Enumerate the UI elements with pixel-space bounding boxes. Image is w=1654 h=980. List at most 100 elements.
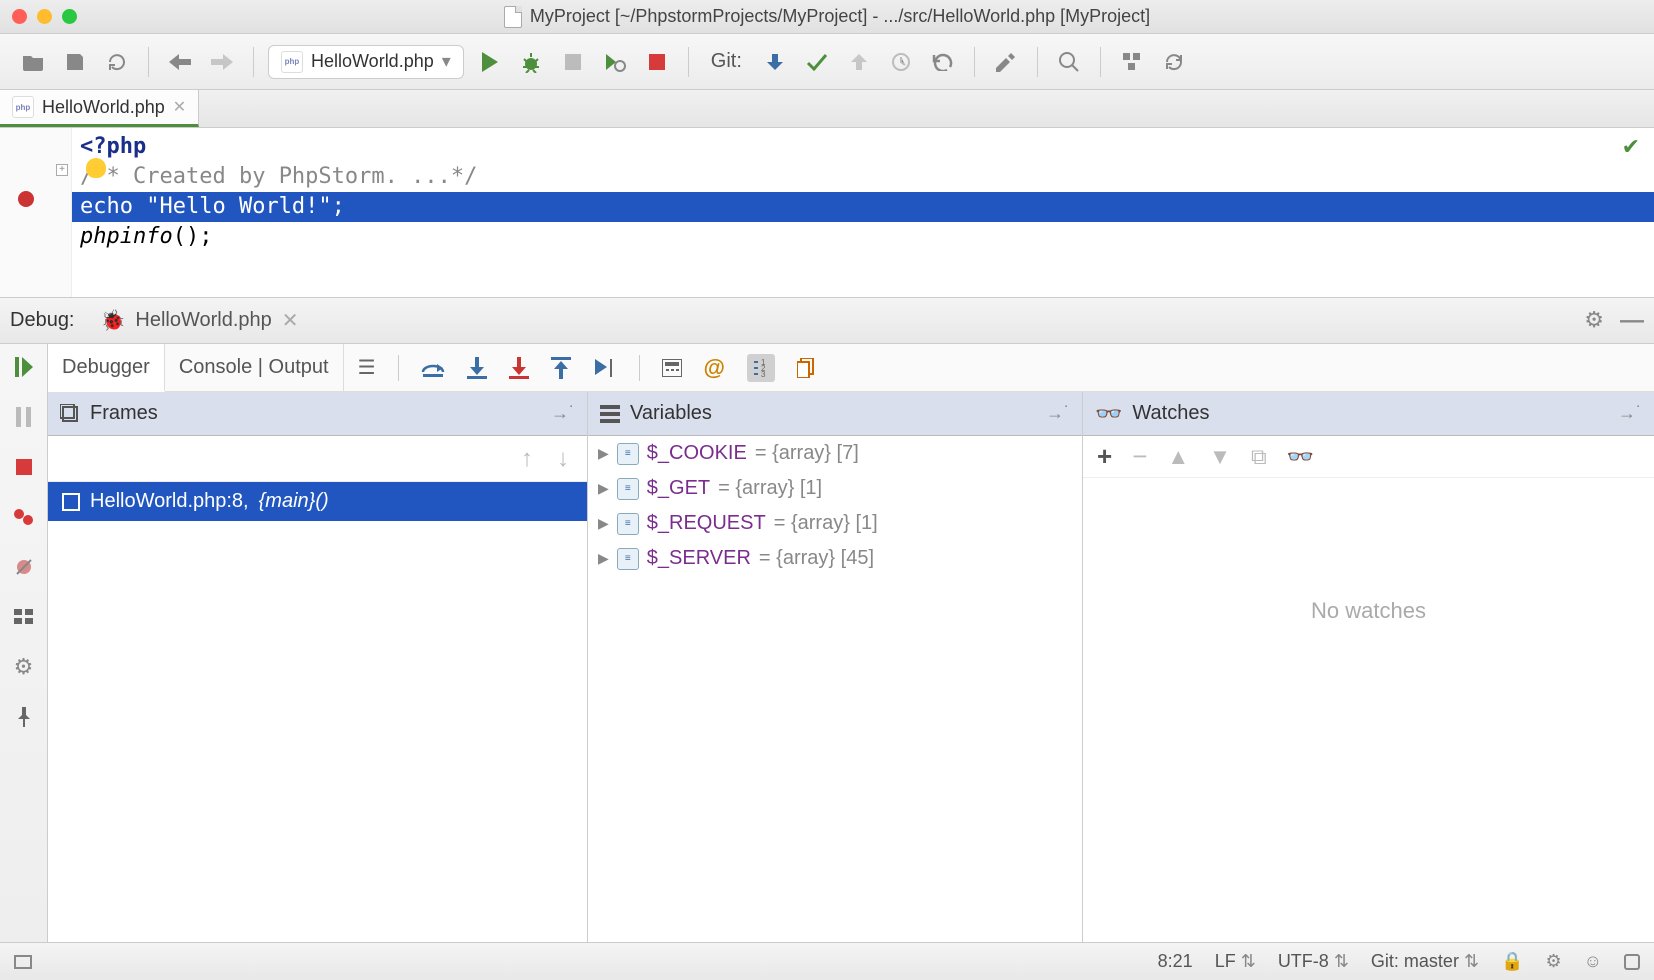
back-icon[interactable]	[163, 45, 197, 79]
editor-tab-label: HelloWorld.php	[42, 97, 165, 118]
memory-icon[interactable]	[1624, 954, 1640, 970]
duplicate-watch-icon[interactable]: ⧉	[1251, 444, 1267, 470]
expand-icon[interactable]: ▶	[598, 445, 609, 462]
run-config-name: HelloWorld.php	[311, 51, 434, 72]
at-icon[interactable]: @	[704, 355, 725, 381]
panel-title: Watches	[1132, 402, 1209, 425]
variable-row[interactable]: ▶ ≡ $_SERVER = {array} [45]	[588, 541, 1082, 576]
move-down-icon[interactable]: ▼	[1209, 444, 1231, 470]
step-into-icon[interactable]	[467, 357, 487, 379]
tab-debugger[interactable]: Debugger	[48, 344, 165, 392]
frames-panel: Frames →˙ ↑ ↓ HelloWorld.php:8, {main}()	[48, 392, 588, 942]
array-icon: ≡	[617, 478, 639, 500]
debug-icon[interactable]	[514, 45, 548, 79]
update-project-icon[interactable]	[758, 45, 792, 79]
intention-bulb-icon[interactable]	[86, 158, 106, 178]
panel-menu-icon[interactable]: →˙	[1618, 403, 1642, 424]
git-branch[interactable]: Git: master ⇅	[1371, 951, 1479, 972]
close-icon[interactable]: ✕	[282, 308, 299, 333]
line-separator[interactable]: LF ⇅	[1215, 951, 1256, 972]
variables-panel: Variables →˙ ▶ ≡ $_COOKIE = {array} [7]▶…	[588, 392, 1083, 942]
next-frame-icon[interactable]: ↓	[557, 445, 569, 473]
stack-frame[interactable]: HelloWorld.php:8, {main}()	[48, 482, 587, 521]
forward-icon[interactable]	[205, 45, 239, 79]
structure-icon[interactable]	[1115, 45, 1149, 79]
code-text: echo	[80, 194, 146, 219]
remove-watch-icon[interactable]: −	[1132, 441, 1147, 472]
code-text: phpinfo	[80, 224, 173, 249]
push-icon[interactable]	[842, 45, 876, 79]
run-icon[interactable]	[472, 45, 506, 79]
editor-gutter[interactable]: +	[0, 128, 72, 297]
expand-icon[interactable]: ▶	[598, 480, 609, 497]
pause-icon[interactable]	[9, 402, 39, 432]
variable-row[interactable]: ▶ ≡ $_GET = {array} [1]	[588, 471, 1082, 506]
prev-frame-icon[interactable]: ↑	[521, 445, 533, 473]
coverage-icon[interactable]	[556, 45, 590, 79]
watches-panel: 👓 Watches →˙ + − ▲ ▼ ⧉ 👓 No watches	[1083, 392, 1654, 942]
lock-icon[interactable]: 🔒	[1501, 951, 1523, 972]
refresh2-icon[interactable]	[1157, 45, 1191, 79]
copy-icon[interactable]	[797, 358, 815, 378]
run-config-selector[interactable]: php HelloWorld.php ▾	[268, 45, 464, 79]
variable-row[interactable]: ▶ ≡ $_COOKIE = {array} [7]	[588, 436, 1082, 471]
variables-icon	[600, 405, 620, 423]
close-icon[interactable]: ✕	[173, 97, 186, 117]
move-up-icon[interactable]: ▲	[1167, 444, 1189, 470]
encoding[interactable]: UTF-8 ⇅	[1278, 951, 1349, 972]
panel-menu-icon[interactable]: →˙	[551, 403, 575, 424]
ide-settings-icon[interactable]: ⚙	[1545, 951, 1561, 972]
debug-settings-icon[interactable]: ⚙	[9, 652, 39, 682]
save-all-icon[interactable]	[58, 45, 92, 79]
editor-tab[interactable]: php HelloWorld.php ✕	[0, 90, 199, 127]
mute-breakpoints-icon[interactable]	[9, 552, 39, 582]
git-label: Git:	[703, 50, 750, 73]
show-frames-icon[interactable]: ☰	[358, 355, 376, 380]
pin-icon[interactable]	[9, 702, 39, 732]
commit-icon[interactable]	[800, 45, 834, 79]
fold-icon[interactable]: +	[56, 164, 68, 176]
expand-icon[interactable]: ▶	[598, 550, 609, 567]
variable-name: $_COOKIE	[647, 442, 747, 465]
debug-session-tab[interactable]: 🐞 HelloWorld.php ✕	[91, 304, 309, 337]
history-icon[interactable]	[884, 45, 918, 79]
step-out-icon[interactable]	[551, 357, 571, 379]
inspection-ok-icon[interactable]: ✔	[1622, 134, 1640, 160]
hector-icon[interactable]: ☺	[1584, 951, 1602, 972]
editor[interactable]: + <?php /** Created by PhpStorm. ...*/ e…	[0, 128, 1654, 298]
tool-window-toggle-icon[interactable]	[14, 955, 32, 969]
stop-icon[interactable]	[640, 45, 674, 79]
zoom-window-icon[interactable]	[62, 9, 77, 24]
refresh-icon[interactable]	[100, 45, 134, 79]
sort-vars-icon[interactable]: 123	[747, 354, 775, 382]
run-with-icon[interactable]	[598, 45, 632, 79]
open-icon[interactable]	[16, 45, 50, 79]
glasses-icon[interactable]: 👓	[1287, 444, 1314, 470]
revert-icon[interactable]	[926, 45, 960, 79]
panel-menu-icon[interactable]: →˙	[1046, 403, 1070, 424]
variable-row[interactable]: ▶ ≡ $_REQUEST = {array} [1]	[588, 506, 1082, 541]
force-step-into-icon[interactable]	[509, 357, 529, 379]
minimize-icon[interactable]: —	[1620, 307, 1644, 335]
code-area[interactable]: <?php /** Created by PhpStorm. ...*/ ech…	[72, 128, 1654, 297]
settings-icon[interactable]	[989, 45, 1023, 79]
step-over-icon[interactable]	[421, 358, 445, 378]
debugger-toolbar: Debugger Console | Output ☰ @ 123	[48, 344, 1654, 392]
tab-console[interactable]: Console | Output	[165, 344, 344, 391]
add-watch-icon[interactable]: +	[1097, 441, 1112, 472]
bug-icon: 🐞	[101, 308, 126, 333]
stop-icon[interactable]	[9, 452, 39, 482]
gear-icon[interactable]: ⚙	[1584, 307, 1604, 335]
evaluate-icon[interactable]	[662, 359, 682, 377]
search-icon[interactable]	[1052, 45, 1086, 79]
view-breakpoints-icon[interactable]	[9, 502, 39, 532]
minimize-window-icon[interactable]	[37, 9, 52, 24]
run-to-cursor-icon[interactable]	[593, 357, 617, 379]
array-icon: ≡	[617, 513, 639, 535]
layout-icon[interactable]	[9, 602, 39, 632]
breakpoint-icon[interactable]	[18, 191, 34, 207]
resume-icon[interactable]	[9, 352, 39, 382]
expand-icon[interactable]: ▶	[598, 515, 609, 532]
caret-position[interactable]: 8:21	[1158, 951, 1193, 972]
close-window-icon[interactable]	[12, 9, 27, 24]
